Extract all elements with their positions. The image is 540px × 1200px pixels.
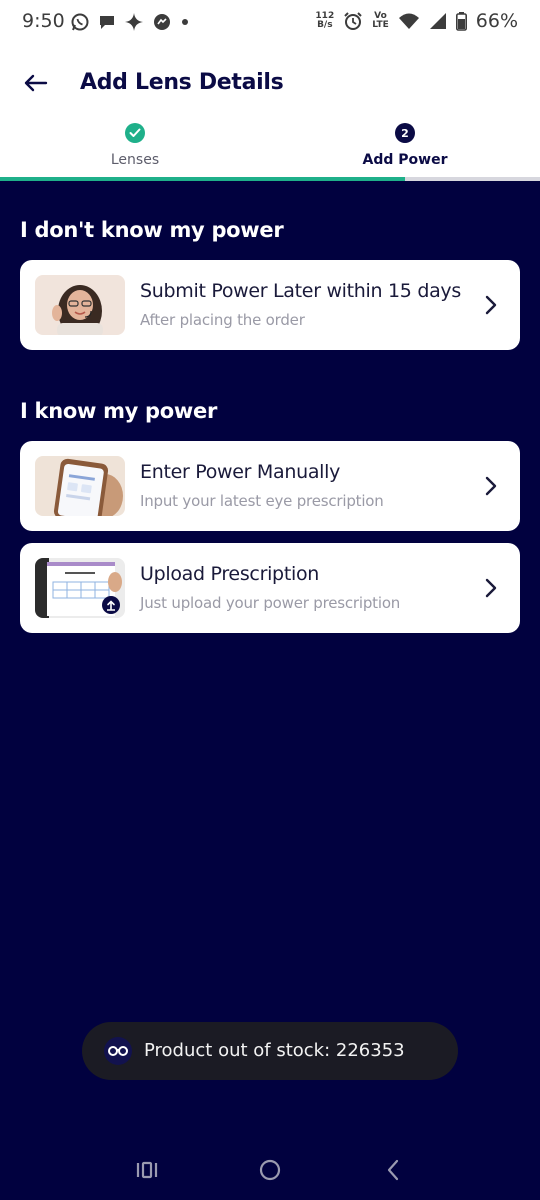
step-add-power-label: Add Power (362, 152, 448, 168)
volte-indicator: Vo LTE (372, 12, 389, 30)
wifi-icon (398, 12, 420, 30)
step-lenses-label: Lenses (110, 152, 160, 168)
section-title-known-power: I know my power (20, 399, 218, 423)
dot-icon (180, 17, 190, 27)
recent-apps-button[interactable] (132, 1158, 162, 1182)
chevron-right-icon (485, 578, 497, 598)
card-subtitle: After placing the order (140, 311, 305, 329)
chevron-right-icon (485, 295, 497, 315)
phone-in-hand-image (35, 456, 125, 516)
status-time: 9:50 (22, 10, 65, 32)
back-nav-button[interactable] (378, 1158, 408, 1182)
network-speed-unit: B/s (317, 20, 333, 30)
home-circle-icon (259, 1159, 281, 1181)
submit-power-later-card[interactable]: Submit Power Later within 15 days After … (20, 260, 520, 350)
home-button[interactable] (255, 1158, 285, 1182)
card-title: Upload Prescription (140, 563, 320, 585)
support-agent-image (35, 275, 125, 335)
sparkle-icon (124, 12, 144, 32)
step-progress-bar (0, 177, 540, 181)
battery-percent: 66% (475, 10, 518, 32)
section-title-unknown-power: I don't know my power (20, 218, 284, 242)
toast-text: Product out of stock: 226353 (144, 1040, 405, 1061)
step-progress-fill (0, 177, 405, 181)
system-icons: 112 B/s Vo LTE 66% (315, 10, 518, 32)
check-icon (125, 123, 145, 143)
battery-icon (455, 11, 467, 31)
page-title: Add Lens Details (80, 70, 284, 95)
card-title: Submit Power Later within 15 days (140, 280, 461, 302)
step-lenses[interactable]: Lenses (35, 123, 235, 168)
network-speed: 112 B/s (315, 12, 334, 30)
system-nav-bar (0, 1140, 540, 1200)
card-subtitle: Just upload your power prescription (140, 594, 401, 612)
chevron-right-icon (485, 476, 497, 496)
recent-apps-icon (136, 1161, 158, 1179)
chat-bubble-icon (98, 13, 116, 31)
whatsapp-icon (70, 12, 90, 32)
toast-message: Product out of stock: 226353 (82, 1022, 458, 1080)
glasses-icon (104, 1037, 132, 1065)
status-bar: 9:50 112 B/s Vo LTE 66% (0, 0, 540, 48)
back-button[interactable] (18, 68, 52, 98)
messenger-icon (152, 12, 172, 32)
step-add-power[interactable]: 2 Add Power (305, 123, 505, 168)
back-chevron-icon (387, 1159, 399, 1181)
signal-icon (429, 12, 447, 30)
alarm-icon (343, 11, 363, 31)
card-subtitle: Input your latest eye prescription (140, 492, 384, 510)
prescription-paper-image (35, 558, 125, 618)
card-title: Enter Power Manually (140, 461, 341, 483)
step-number-badge: 2 (395, 123, 415, 143)
notification-icons (70, 12, 190, 32)
volte-bottom: LTE (372, 20, 389, 30)
app-header: Add Lens Details Lenses 2 Add Power (0, 48, 540, 181)
upload-prescription-card[interactable]: Upload Prescription Just upload your pow… (20, 543, 520, 633)
enter-power-manually-card[interactable]: Enter Power Manually Input your latest e… (20, 441, 520, 531)
arrow-left-icon (24, 74, 48, 92)
